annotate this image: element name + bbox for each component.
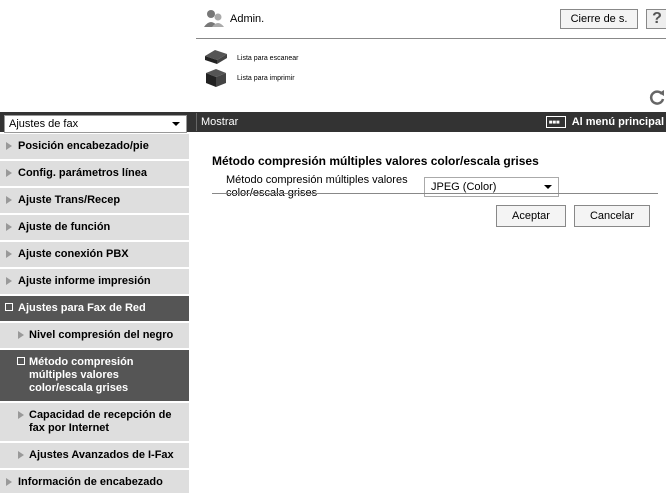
admin-label: Admin.: [230, 13, 265, 25]
sidebar-item-label: Ajuste conexión PBX: [18, 248, 129, 260]
sidebar-item-label: Ajustes Avanzados de I-Fax: [29, 449, 174, 461]
show-button[interactable]: Mostrar: [196, 113, 242, 131]
triangle-right-icon: [6, 223, 12, 231]
cancel-button[interactable]: Cancelar: [574, 205, 650, 227]
compression-method-value: JPEG (Color): [431, 181, 497, 193]
sidebar-item-label: Método compresión múltiples valores colo…: [29, 356, 134, 394]
sidebar-item-label: Ajuste de función: [18, 221, 111, 233]
sidebar: Posición encabezado/pie Config. parámetr…: [0, 134, 189, 493]
sidebar-item-black-compression[interactable]: Nivel compresión del negro: [0, 323, 189, 350]
triangle-right-icon: [6, 169, 12, 177]
sidebar-item-label: Ajuste informe impresión: [18, 275, 151, 287]
printer-status-text: Lista para imprimir: [237, 74, 295, 82]
triangle-right-icon: [6, 142, 12, 150]
sidebar-item-color-compression[interactable]: Método compresión múltiples valores colo…: [0, 350, 189, 403]
open-box-icon: [17, 357, 25, 365]
sidebar-item-trans-recep[interactable]: Ajuste Trans/Recep: [0, 188, 189, 215]
sidebar-item-line-parameters[interactable]: Config. parámetros línea: [0, 161, 189, 188]
triangle-right-icon: [6, 277, 12, 285]
refresh-icon[interactable]: [648, 88, 666, 106]
sidebar-item-label: Nivel compresión del negro: [29, 329, 174, 341]
main-menu-link[interactable]: ■■■ Al menú principal: [545, 113, 664, 131]
sidebar-item-header-info[interactable]: Información de encabezado: [0, 470, 189, 493]
main-menu-label: Al menú principal: [571, 116, 664, 128]
triangle-right-icon: [6, 250, 12, 258]
triangle-right-icon: [6, 478, 12, 486]
sidebar-item-network-fax[interactable]: Ajustes para Fax de Red: [0, 296, 189, 323]
scanner-status: Lista para escanear: [203, 48, 298, 68]
sidebar-item-label: Config. parámetros línea: [18, 167, 147, 179]
sidebar-item-label: Posición encabezado/pie: [18, 140, 149, 152]
sidebar-item-header-footer-position[interactable]: Posición encabezado/pie: [0, 134, 189, 161]
help-icon[interactable]: ?: [646, 9, 666, 29]
compression-method-label: Método compresión múltiples valores colo…: [226, 174, 408, 199]
chevron-down-icon: [544, 185, 552, 189]
triangle-right-icon: [18, 331, 24, 339]
menu-icon: ■■■: [545, 116, 566, 128]
compression-method-select[interactable]: JPEG (Color): [424, 177, 559, 197]
sidebar-item-ifax-advanced[interactable]: Ajustes Avanzados de I-Fax: [0, 443, 189, 470]
triangle-right-icon: [18, 451, 24, 459]
sidebar-item-label: Capacidad de recepción de fax por Intern…: [29, 409, 172, 434]
ok-button[interactable]: Aceptar: [496, 205, 566, 227]
page-title: Método compresión múltiples valores colo…: [212, 154, 539, 168]
scanner-icon: [205, 50, 227, 64]
section-select-value: Ajustes de fax: [9, 118, 79, 130]
sidebar-item-function-setting[interactable]: Ajuste de función: [0, 215, 189, 242]
chevron-down-icon: [172, 122, 180, 126]
section-select[interactable]: Ajustes de fax: [4, 115, 187, 133]
sidebar-item-print-report[interactable]: Ajuste informe impresión: [0, 269, 189, 296]
sidebar-item-label: Ajustes para Fax de Red: [18, 302, 146, 314]
scanner-status-text: Lista para escanear: [237, 54, 299, 62]
sidebar-item-label: Ajuste Trans/Recep: [18, 194, 121, 206]
sidebar-item-internet-fax-capacity[interactable]: Capacidad de recepción de fax por Intern…: [0, 403, 189, 443]
sidebar-item-pbx-connection[interactable]: Ajuste conexión PBX: [0, 242, 189, 269]
triangle-right-icon: [18, 411, 24, 419]
sidebar-item-label: Información de encabezado: [18, 476, 163, 488]
printer-icon: [206, 69, 226, 87]
logout-button[interactable]: Cierre de s.: [560, 9, 638, 29]
header-divider: [196, 38, 666, 39]
content-divider: [212, 193, 658, 194]
printer-status: Lista para imprimir: [203, 68, 295, 88]
admin-user-icon: [204, 10, 224, 27]
triangle-right-icon: [6, 196, 12, 204]
open-box-icon: [5, 303, 13, 311]
